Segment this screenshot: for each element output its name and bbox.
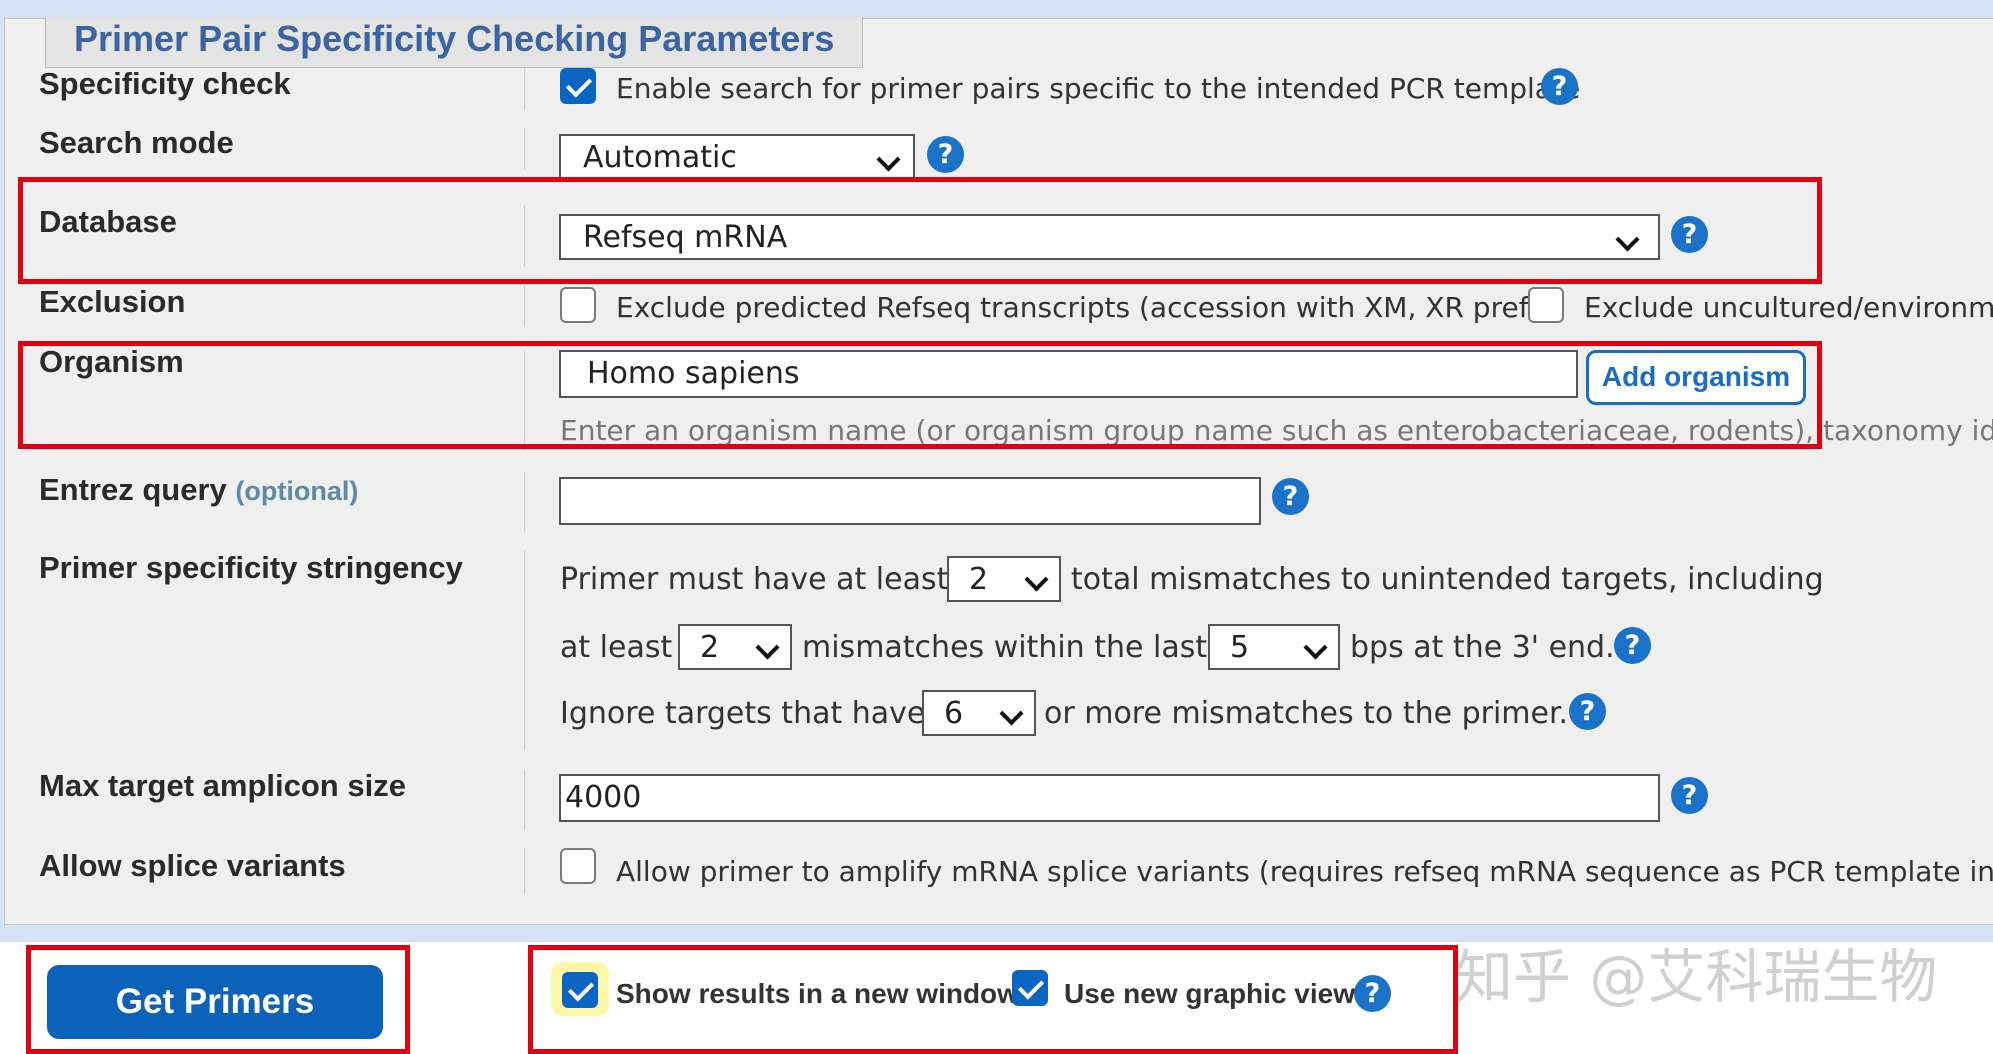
chevron-down-icon xyxy=(1303,635,1328,660)
stringency-text: at least xyxy=(560,630,673,665)
separator xyxy=(524,472,525,532)
search-mode-select[interactable]: Automatic xyxy=(559,134,915,180)
new-window-checkbox[interactable] xyxy=(562,972,598,1008)
graphic-view-label: Use new graphic view xyxy=(1064,978,1355,1009)
optional-tag: (optional) xyxy=(235,476,359,506)
select-value: 2 xyxy=(969,562,989,597)
label-splice-variants: Allow splice variants xyxy=(39,848,346,883)
help-icon[interactable]: ? xyxy=(1272,478,1309,515)
database-value: Refseq mRNA xyxy=(583,220,788,255)
select-value: 6 xyxy=(944,696,964,731)
chevron-down-icon xyxy=(755,635,780,660)
select-value: 2 xyxy=(700,630,720,665)
help-icon[interactable]: ? xyxy=(1354,975,1391,1012)
exclude-uncultured-checkbox[interactable] xyxy=(1528,287,1564,323)
max-amplicon-input[interactable]: 4000 xyxy=(559,774,1660,822)
separator xyxy=(524,68,525,110)
separator xyxy=(524,550,525,750)
splice-variants-text: Allow primer to amplify mRNA splice vari… xyxy=(616,855,1993,888)
splice-variants-checkbox[interactable] xyxy=(560,848,596,884)
organism-input[interactable]: Homo sapiens xyxy=(559,350,1578,398)
label-database: Database xyxy=(39,204,177,239)
label-exclusion: Exclusion xyxy=(39,284,186,319)
help-icon[interactable]: ? xyxy=(1671,216,1708,253)
specificity-checkbox[interactable] xyxy=(560,68,596,104)
select-value: 5 xyxy=(1230,630,1250,665)
stringency-text: total mismatches to unintended targets, … xyxy=(1071,562,1824,597)
separator xyxy=(524,285,525,327)
separator xyxy=(524,205,525,267)
label-stringency: Primer specificity stringency xyxy=(39,550,463,585)
search-mode-value: Automatic xyxy=(583,140,737,175)
chevron-down-icon xyxy=(876,147,901,172)
label-max-amplicon: Max target amplicon size xyxy=(39,768,406,803)
new-window-label: Show results in a new window xyxy=(616,978,1019,1009)
help-icon[interactable]: ? xyxy=(1614,627,1651,664)
exclude-predicted-checkbox[interactable] xyxy=(560,287,596,323)
panel-title: Primer Pair Specificity Checking Paramet… xyxy=(45,17,864,68)
specificity-text: Enable search for primer pairs specific … xyxy=(616,72,1581,105)
stringency-text: Ignore targets that have xyxy=(560,696,926,731)
last-bps-select[interactable]: 5 xyxy=(1208,624,1340,670)
chevron-down-icon xyxy=(999,701,1024,726)
add-organism-button[interactable]: Add organism xyxy=(1586,350,1806,405)
exclude-uncultured-text: Exclude uncultured/environme xyxy=(1584,291,1993,324)
entrez-label-text: Entrez query xyxy=(39,472,227,507)
graphic-view-checkbox[interactable] xyxy=(1012,970,1048,1006)
help-icon[interactable]: ? xyxy=(1671,777,1708,814)
watermark: 知乎 @艾科瑞生物 xyxy=(1455,943,1938,1011)
total-mismatch-select[interactable]: 2 xyxy=(947,556,1061,602)
separator xyxy=(524,770,525,830)
label-entrez-query: Entrez query (optional) xyxy=(39,472,358,508)
chevron-down-icon xyxy=(1024,567,1049,592)
chevron-down-icon xyxy=(1615,227,1640,252)
stringency-text: or more mismatches to the primer. xyxy=(1044,696,1569,731)
exclude-predicted-text: Exclude predicted Refseq transcripts (ac… xyxy=(616,291,1564,324)
label-specificity-check: Specificity check xyxy=(39,66,291,101)
separator xyxy=(524,848,525,894)
help-icon[interactable]: ? xyxy=(1569,693,1606,730)
help-icon[interactable]: ? xyxy=(927,136,964,173)
entrez-query-input[interactable] xyxy=(559,477,1261,525)
help-icon[interactable]: ? xyxy=(1541,68,1578,105)
separator xyxy=(524,128,525,170)
get-primers-button[interactable]: Get Primers xyxy=(47,965,383,1039)
organism-hint: Enter an organism name (or organism grou… xyxy=(560,414,1993,447)
stringency-text: mismatches within the last xyxy=(802,630,1208,665)
separator xyxy=(524,350,525,450)
label-organism: Organism xyxy=(39,344,184,379)
database-select[interactable]: Refseq mRNA xyxy=(559,214,1660,260)
stringency-text: bps at the 3' end. xyxy=(1350,630,1615,665)
stringency-text: Primer must have at least xyxy=(560,562,949,597)
three-prime-mismatch-select[interactable]: 2 xyxy=(678,624,792,670)
label-search-mode: Search mode xyxy=(39,125,234,160)
ignore-targets-select[interactable]: 6 xyxy=(922,690,1036,736)
